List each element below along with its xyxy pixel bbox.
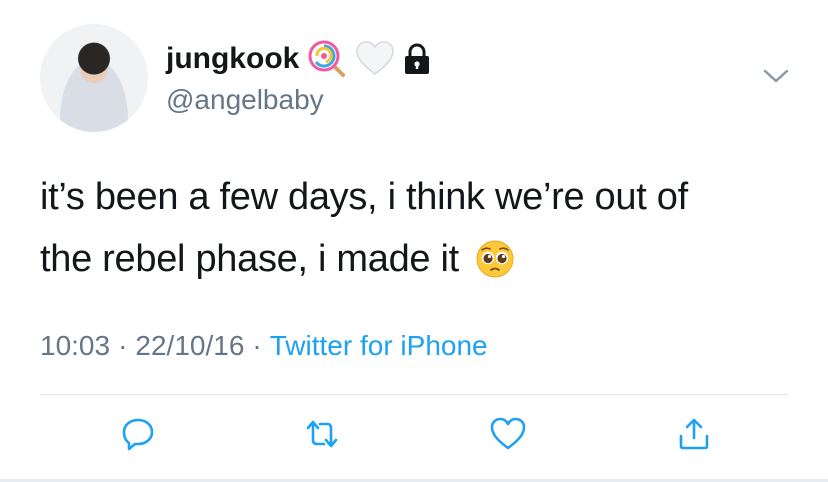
tweet-time: 10:03 bbox=[40, 330, 111, 361]
display-name[interactable]: jungkook bbox=[166, 42, 299, 76]
divider bbox=[40, 394, 788, 395]
share-button[interactable] bbox=[670, 412, 718, 460]
tweet-text-line-1: it’s been a few days, i think we’re out … bbox=[40, 176, 688, 218]
meta-separator: · bbox=[252, 330, 262, 361]
reply-icon bbox=[120, 416, 156, 457]
share-icon bbox=[676, 416, 712, 457]
like-button[interactable] bbox=[484, 412, 532, 460]
action-bar bbox=[0, 412, 828, 460]
tweet-text-line-2: the rebel phase, i made it bbox=[40, 228, 800, 290]
white-heart-icon bbox=[355, 41, 395, 77]
tweet-date: 22/10/16 bbox=[135, 330, 245, 361]
tweet-text-line-2-label: the rebel phase, i made it bbox=[40, 238, 459, 280]
author-name-row: jungkook bbox=[166, 40, 431, 78]
tweet-source-link[interactable]: Twitter for iPhone bbox=[270, 330, 488, 362]
user-handle[interactable]: @angelbaby bbox=[166, 84, 324, 116]
reply-button[interactable] bbox=[114, 412, 162, 460]
like-icon bbox=[489, 416, 527, 457]
retweet-icon bbox=[302, 416, 342, 457]
lock-icon bbox=[403, 43, 431, 75]
pleading-face-icon bbox=[475, 239, 515, 279]
tweet-text: it’s been a few days, i think we’re out … bbox=[40, 166, 800, 290]
meta-separator: · bbox=[118, 330, 128, 361]
chevron-down-icon[interactable] bbox=[762, 66, 790, 86]
avatar[interactable] bbox=[40, 24, 148, 132]
tweet-meta: 10:03 · 22/10/16 · Twitter for iPhone bbox=[40, 330, 488, 362]
retweet-button[interactable] bbox=[298, 412, 346, 460]
lollipop-icon bbox=[307, 39, 347, 79]
